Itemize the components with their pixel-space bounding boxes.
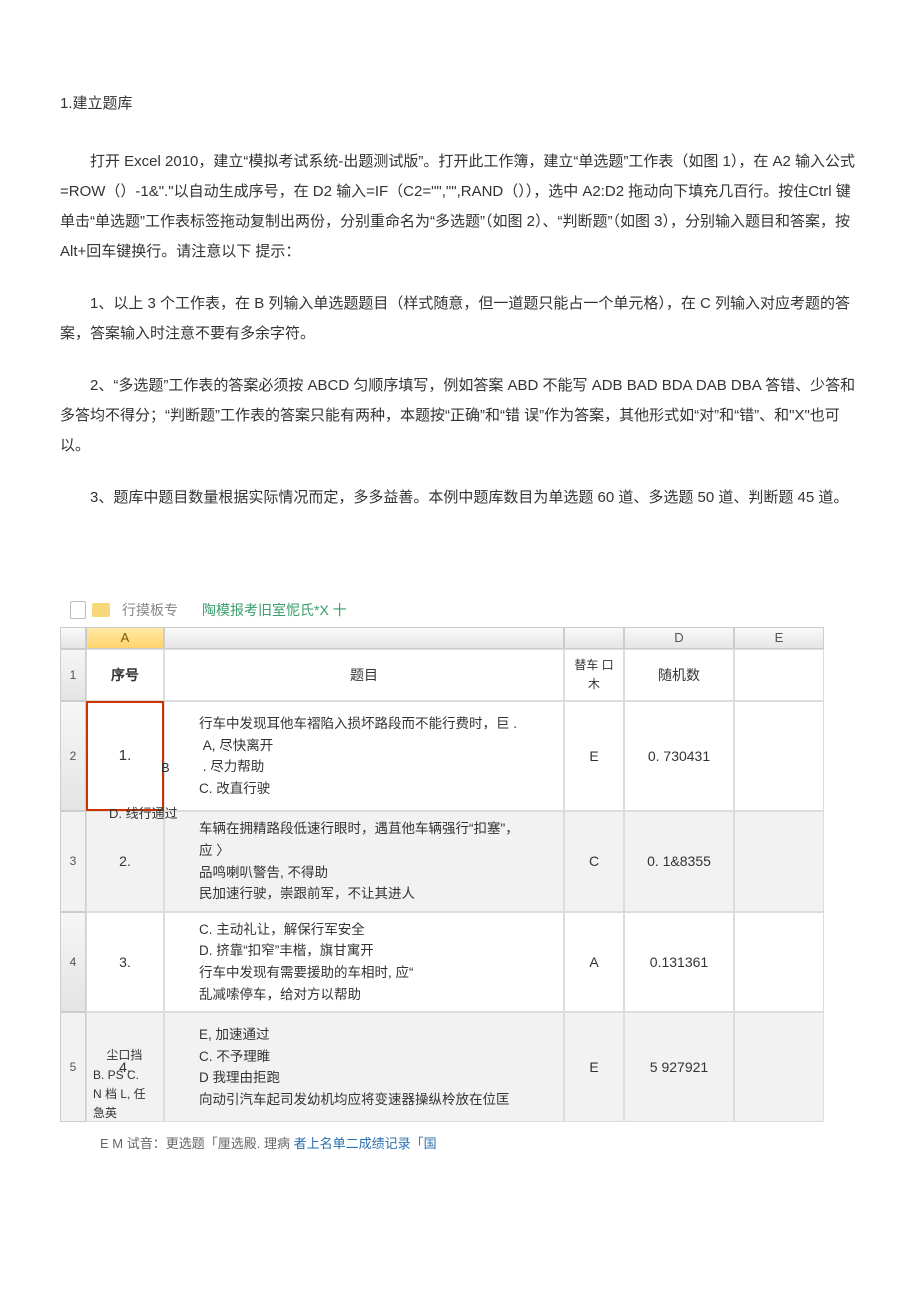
table-row: 5 4. 尘口挡 B. PS C. N 档 L, 任 急英 E, 加速通过 C.… [60, 1012, 860, 1122]
question-text: C. 主动礼让，解保行军安全 D. 挤靠“扣窄”丰楷，旗甘寓开 行车中发现有需要… [173, 919, 414, 1005]
new-doc-icon[interactable] [70, 601, 86, 619]
worksheet: A D E 1 序号 题目 替车 口木 随机数 2 1. B 行车中发现耳他车褶… [60, 627, 860, 1122]
answer-cell[interactable]: C [564, 811, 624, 911]
footer-text: E M 试音：更选题「厘选殿. 理病 [100, 1136, 294, 1151]
seq-cell[interactable]: 4. 尘口挡 B. PS C. N 档 L, 任 急英 [86, 1012, 164, 1122]
seq-cell[interactable]: 2. [86, 811, 164, 911]
paragraph-2: 1、以上 3 个工作表，在 B 列输入单选题题目（样式随意，但一道题只能占一个单… [60, 289, 860, 349]
col-B[interactable] [164, 627, 564, 649]
question-cell[interactable]: C. 主动礼让，解保行军安全 D. 挤靠“扣窄”丰楷，旗甘寓开 行车中发现有需要… [164, 912, 564, 1012]
row-head[interactable]: 3 [60, 811, 86, 911]
table-row: 2 1. B 行车中发现耳他车褶陷入损坏路段而不能行费时，巨 . A, 尽快离开… [60, 701, 860, 811]
header-question[interactable]: 题目 [164, 649, 564, 701]
empty-cell[interactable] [734, 1012, 824, 1122]
empty-cell[interactable] [734, 811, 824, 911]
answer-cell[interactable]: A [564, 912, 624, 1012]
open-folder-icon[interactable] [92, 603, 110, 617]
table-row: 3 2. 车辆在拥精路段低速行眼时，遇苴他车辆强行“扣塞"， 应 〉 品鸣喇叭警… [60, 811, 860, 911]
col-C[interactable] [564, 627, 624, 649]
row-head[interactable]: 2 [60, 701, 86, 811]
cell-extra-d: D. 线行通过 [109, 804, 178, 825]
row-1-head[interactable]: 1 [60, 649, 86, 701]
paragraph-3: 2、“多选题”工作表的答案必须按 ABCD 匀顺序填写，例如答案 ABD 不能写… [60, 371, 860, 461]
selected-cell-A2[interactable]: 1. [86, 701, 164, 811]
row-head[interactable]: 4 [60, 912, 86, 1012]
answer-cell[interactable]: E [564, 701, 624, 811]
sheet-tabs-footer: E M 试音：更选题「厘选殿. 理病 者上名单二成绩记录「国 [60, 1132, 860, 1157]
section-title: 1.建立题库 [60, 90, 860, 119]
rand-cell[interactable]: 5 927921 [624, 1012, 734, 1122]
footer-link[interactable]: 者上名单二成绩记录「国 [294, 1136, 437, 1151]
table-row: 4 3. C. 主动礼让，解保行军安全 D. 挤靠“扣窄”丰楷，旗甘寓开 行车中… [60, 912, 860, 1012]
header-row: 1 序号 题目 替车 口木 随机数 [60, 649, 860, 701]
question-cell[interactable]: B 行车中发现耳他车褶陷入损坏路段而不能行费时，巨 . A, 尽快离开 . 尽力… [164, 701, 564, 811]
answer-cell[interactable]: E [564, 1012, 624, 1122]
question-cell[interactable]: E, 加速通过 C. 不予理睢 D 我理由拒跑 向动引汽车起司发幼机均应将变速器… [164, 1012, 564, 1122]
workbook-tabbar: 行摸板专 陶模报考旧室怩氏*X 十 [60, 593, 860, 628]
empty-cell[interactable] [734, 912, 824, 1012]
header-rand[interactable]: 随机数 [624, 649, 734, 701]
header-empty[interactable] [734, 649, 824, 701]
workbook-tab[interactable]: 陶模报考旧室怩氏*X 十 [202, 597, 347, 624]
empty-cell[interactable] [734, 701, 824, 811]
question-text: E, 加速通过 C. 不予理睢 D 我理由拒跑 向动引汽车起司发幼机均应将变速器… [173, 1024, 510, 1110]
rand-cell[interactable]: 0. 1&8355 [624, 811, 734, 911]
paragraph-1: 打开 Excel 2010，建立“模拟考试系统-出题测试版”。打开此工作簿，建立… [60, 147, 860, 267]
col-E[interactable]: E [734, 627, 824, 649]
col-D[interactable]: D [624, 627, 734, 649]
header-answer[interactable]: 替车 口木 [564, 649, 624, 701]
row-head[interactable]: 5 [60, 1012, 86, 1122]
question-text: 车辆在拥精路段低速行眼时，遇苴他车辆强行“扣塞"， 应 〉 品鸣喇叭警告, 不得… [173, 818, 519, 904]
question-cell[interactable]: 车辆在拥精路段低速行眼时，遇苴他车辆强行“扣塞"， 应 〉 品鸣喇叭警告, 不得… [164, 811, 564, 911]
question-text: 行车中发现耳他车褶陷入损坏路段而不能行费时，巨 . A, 尽快离开 . 尽力帮助… [173, 713, 517, 799]
cell-extra-b: B [161, 758, 170, 779]
template-tab[interactable]: 行摸板专 [122, 597, 178, 624]
seq-cell[interactable]: 3. [86, 912, 164, 1012]
select-all-corner[interactable] [60, 627, 86, 649]
column-letters-row: A D E [60, 627, 860, 649]
cell-extra-b: 尘口挡 B. PS C. N 档 L, 任 急英 [93, 1046, 213, 1123]
paragraph-4: 3、题库中题目数量根据实际情况而定，多多益善。本例中题库数目为单选题 60 道、… [60, 483, 860, 513]
col-A[interactable]: A [86, 627, 164, 649]
rand-cell[interactable]: 0.131361 [624, 912, 734, 1012]
header-seq[interactable]: 序号 [86, 649, 164, 701]
rand-cell[interactable]: 0. 730431 [624, 701, 734, 811]
